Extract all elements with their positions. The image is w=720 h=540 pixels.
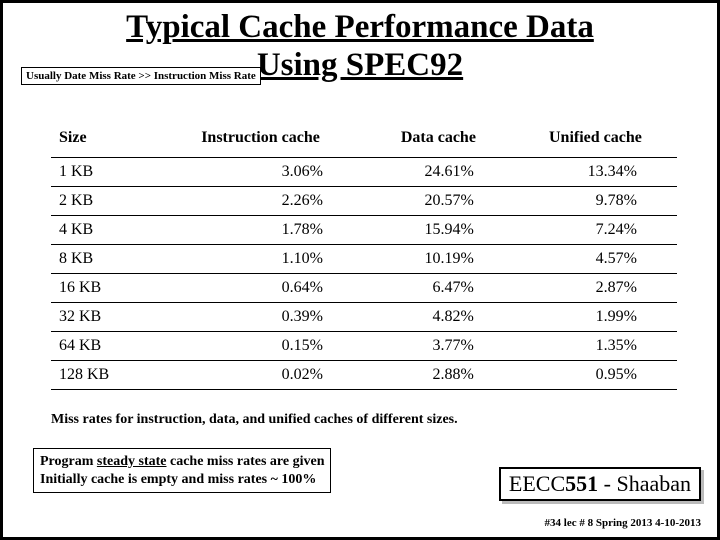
cell-data: 24.61%: [363, 157, 514, 186]
course-prefix: EECC: [509, 471, 565, 496]
cell-data: 6.47%: [363, 273, 514, 302]
course-number: 551: [565, 471, 598, 496]
title-line-1: Typical Cache Performance Data: [126, 9, 594, 45]
footer-note-text-a: Program: [40, 454, 97, 469]
table-row: 128 KB 0.02% 2.88% 0.95%: [51, 360, 677, 389]
col-data: Data cache: [363, 123, 514, 158]
cell-instr: 1.78%: [158, 215, 363, 244]
cell-instr: 0.39%: [158, 302, 363, 331]
cell-unified: 7.24%: [514, 215, 677, 244]
cell-instr: 3.06%: [158, 157, 363, 186]
cell-size: 1 KB: [51, 157, 158, 186]
cell-size: 2 KB: [51, 186, 158, 215]
table-row: 2 KB 2.26% 20.57% 9.78%: [51, 186, 677, 215]
annotation-text: Usually Date Miss Rate >> Instruction Mi…: [26, 70, 256, 82]
table-caption: Miss rates for instruction, data, and un…: [51, 412, 717, 428]
table-row: 1 KB 3.06% 24.61% 13.34%: [51, 157, 677, 186]
course-box: EECC551 - Shaaban: [499, 467, 701, 501]
cell-instr: 2.26%: [158, 186, 363, 215]
cell-size: 64 KB: [51, 331, 158, 360]
cell-size: 8 KB: [51, 244, 158, 273]
annotation-box: Usually Date Miss Rate >> Instruction Mi…: [21, 67, 261, 85]
cell-data: 3.77%: [363, 331, 514, 360]
cell-instr: 1.10%: [158, 244, 363, 273]
table-row: 4 KB 1.78% 15.94% 7.24%: [51, 215, 677, 244]
table-row: 8 KB 1.10% 10.19% 4.57%: [51, 244, 677, 273]
col-unified: Unified cache: [514, 123, 677, 158]
cache-table: Size Instruction cache Data cache Unifie…: [51, 123, 677, 390]
cell-data: 2.88%: [363, 360, 514, 389]
cell-instr: 0.15%: [158, 331, 363, 360]
cell-size: 128 KB: [51, 360, 158, 389]
cell-unified: 4.57%: [514, 244, 677, 273]
table-row: 32 KB 0.39% 4.82% 1.99%: [51, 302, 677, 331]
cell-data: 15.94%: [363, 215, 514, 244]
page-footer: #34 lec # 8 Spring 2013 4-10-2013: [545, 517, 701, 529]
cell-instr: 0.02%: [158, 360, 363, 389]
footer-note-steady: steady state: [97, 454, 167, 469]
cell-data: 4.82%: [363, 302, 514, 331]
cell-instr: 0.64%: [158, 273, 363, 302]
cell-unified: 0.95%: [514, 360, 677, 389]
col-instr: Instruction cache: [158, 123, 363, 158]
cell-unified: 9.78%: [514, 186, 677, 215]
cell-data: 10.19%: [363, 244, 514, 273]
cell-size: 32 KB: [51, 302, 158, 331]
course-author: - Shaaban: [598, 471, 691, 496]
cell-unified: 1.35%: [514, 331, 677, 360]
cell-data: 20.57%: [363, 186, 514, 215]
footer-note-line2: Initially cache is empty and miss rates …: [40, 472, 316, 487]
table-header-row: Size Instruction cache Data cache Unifie…: [51, 123, 677, 158]
title-line-2: Using SPEC92: [257, 47, 463, 83]
table-row: 16 KB 0.64% 6.47% 2.87%: [51, 273, 677, 302]
cell-size: 16 KB: [51, 273, 158, 302]
cell-unified: 2.87%: [514, 273, 677, 302]
table-row: 64 KB 0.15% 3.77% 1.35%: [51, 331, 677, 360]
cell-size: 4 KB: [51, 215, 158, 244]
table-container: Size Instruction cache Data cache Unifie…: [51, 123, 677, 390]
footer-note-box: Program steady state cache miss rates ar…: [33, 448, 331, 493]
col-size: Size: [51, 123, 158, 158]
cell-unified: 13.34%: [514, 157, 677, 186]
footer-note-text-c: cache miss rates are given: [167, 454, 325, 469]
cell-unified: 1.99%: [514, 302, 677, 331]
